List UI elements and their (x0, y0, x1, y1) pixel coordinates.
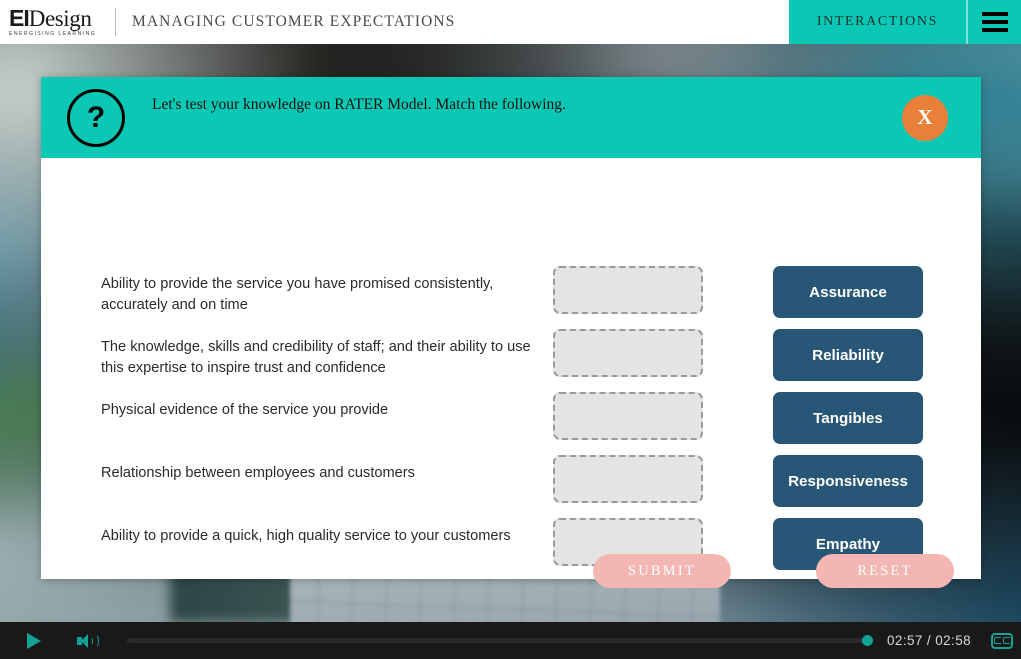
question-text: Physical evidence of the service you pro… (101, 402, 389, 418)
logo-text: EIDesign (9, 5, 110, 31)
logo-tagline: ENERGISING LEARNING (9, 31, 97, 37)
brand-logo[interactable]: EIDesign ENERGISING LEARNING (0, 5, 110, 38)
question-text: The knowledge, skills and credibility of… (101, 339, 531, 376)
answer-button-assurance[interactable]: Assurance (773, 266, 923, 318)
interaction-modal: ? Let's test your knowledge on RATER Mod… (41, 77, 981, 588)
logo-text-rest: Design (28, 6, 92, 31)
question-text: Relationship between employees and custo… (101, 465, 415, 481)
dropzone-4[interactable] (553, 455, 703, 503)
matching-grid: Ability to provide the service you have … (101, 266, 985, 581)
dropzone-2[interactable] (553, 329, 703, 377)
answer-slot: Assurance (773, 266, 923, 318)
match-row: Physical evidence of the service you pro… (101, 392, 985, 444)
submit-button[interactable]: SUBMIT (593, 554, 731, 588)
dropzone-1[interactable] (553, 266, 703, 314)
answer-slot: Reliability (773, 329, 923, 381)
question-text: Ability to provide a quick, high quality… (101, 528, 511, 544)
answer-slot: Tangibles (773, 392, 923, 444)
video-player-bar: 02:57 / 02:58 (0, 622, 1021, 659)
close-button[interactable]: X (902, 94, 948, 141)
reset-button[interactable]: RESET (816, 554, 954, 588)
volume-icon[interactable] (77, 633, 99, 649)
time-display: 02:57 / 02:58 (887, 633, 972, 648)
play-icon[interactable] (27, 632, 41, 649)
modal-actions: SUBMIT RESET (593, 554, 954, 588)
answer-button-responsiveness[interactable]: Responsiveness (773, 455, 923, 507)
closed-caption-icon[interactable] (991, 632, 1014, 649)
match-row: Relationship between employees and custo… (101, 455, 985, 507)
tab-interactions[interactable]: INTERACTIONS (788, 0, 968, 44)
answer-button-tangibles[interactable]: Tangibles (773, 392, 923, 444)
hamburger-menu-icon[interactable] (968, 0, 1021, 44)
modal-prompt: Let's test your knowledge on RATER Model… (152, 96, 566, 113)
top-bar-right: INTERACTIONS (788, 0, 1021, 44)
modal-header: ? Let's test your knowledge on RATER Mod… (41, 77, 981, 158)
dropzone-3[interactable] (553, 392, 703, 440)
question-mark-icon: ? (67, 88, 125, 147)
answer-slot: Responsiveness (773, 455, 923, 507)
question-text: Ability to provide the service you have … (101, 276, 494, 313)
course-player-stage: EIDesign ENERGISING LEARNING MANAGING CU… (0, 0, 1021, 659)
page-title: MANAGING CUSTOMER EXPECTATIONS (132, 13, 456, 30)
modal-body: Ability to provide the service you have … (41, 158, 981, 588)
header-divider (115, 8, 116, 36)
seek-progress (127, 638, 865, 643)
logo-text-bold: EI (9, 5, 30, 31)
match-row: Ability to provide the service you have … (101, 266, 985, 318)
top-bar: EIDesign ENERGISING LEARNING MANAGING CU… (0, 0, 1021, 44)
seek-bar[interactable] (127, 635, 873, 646)
seek-handle[interactable] (862, 635, 873, 646)
answer-button-reliability[interactable]: Reliability (773, 329, 923, 381)
match-row: The knowledge, skills and credibility of… (101, 329, 985, 381)
